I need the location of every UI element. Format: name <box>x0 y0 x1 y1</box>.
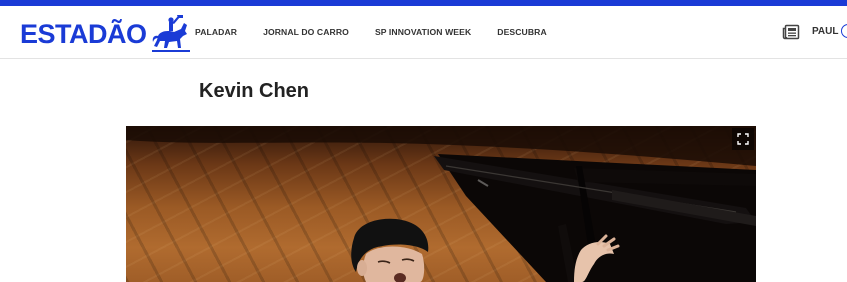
user-avatar-icon[interactable] <box>841 24 847 38</box>
site-logo[interactable]: ESTADÃO <box>20 14 192 54</box>
logo-wordmark: ESTADÃO <box>20 18 147 49</box>
user-menu-label[interactable]: PAUL <box>812 26 838 37</box>
hero-photo-illustration <box>126 126 756 282</box>
site-header: ESTADÃO PALADAR JORNAL DO CARRO SP INNOV… <box>0 6 847 59</box>
nav-item-paladar[interactable]: PALADAR <box>195 27 237 37</box>
expand-image-button[interactable] <box>732 128 754 150</box>
nav-item-sp-innovation-week[interactable]: SP INNOVATION WEEK <box>375 27 471 37</box>
article-title: Kevin Chen <box>199 80 310 102</box>
nav-item-jornal-do-carro[interactable]: JORNAL DO CARRO <box>263 27 349 37</box>
main-nav: PALADAR JORNAL DO CARRO SP INNOVATION WE… <box>195 6 547 58</box>
expand-icon <box>737 133 749 145</box>
horse-rider-logo-icon <box>151 15 190 52</box>
newspaper-icon[interactable] <box>782 24 800 40</box>
nav-item-descubra[interactable]: DESCUBRA <box>497 27 547 37</box>
article-hero-image <box>126 126 756 282</box>
